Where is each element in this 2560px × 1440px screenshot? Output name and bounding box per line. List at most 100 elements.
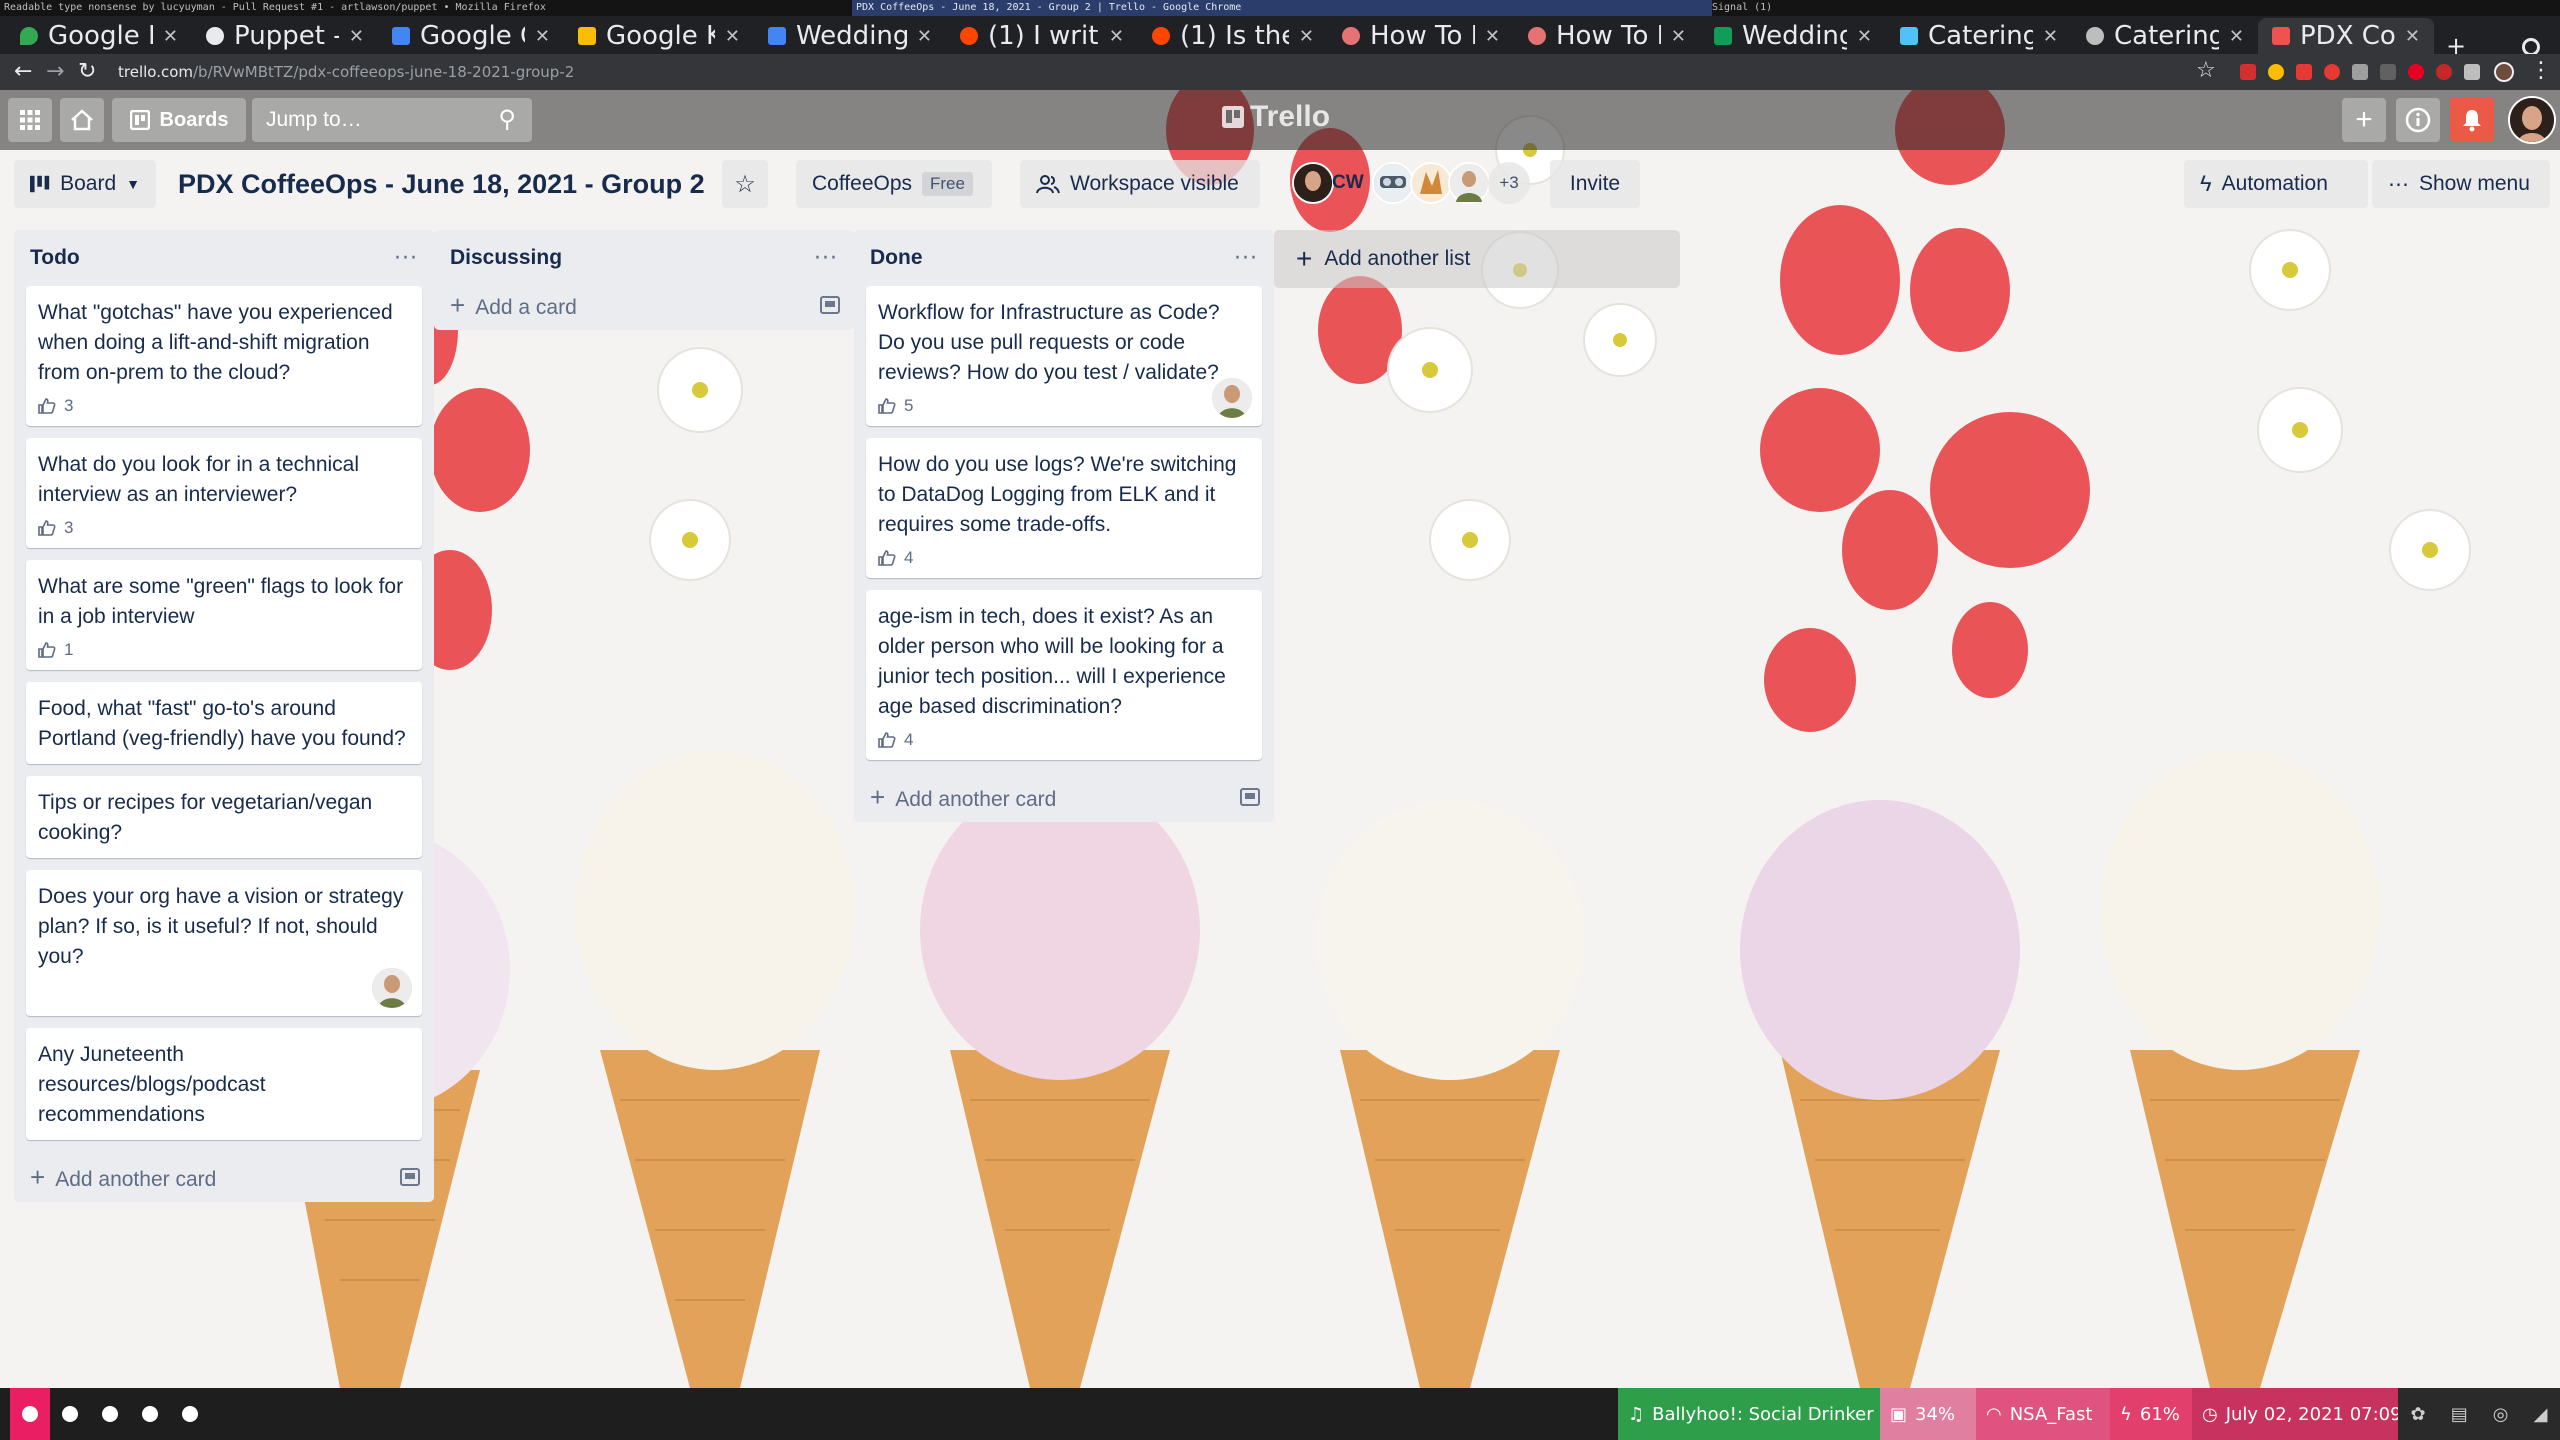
tray-signal-icon[interactable]: ◎ bbox=[2493, 1404, 2509, 1425]
battery-widget[interactable]: ϟ 61% bbox=[2110, 1388, 2192, 1440]
close-tab-icon[interactable]: ✕ bbox=[2043, 26, 2058, 47]
home-button[interactable] bbox=[60, 98, 104, 142]
extensions-puzzle-icon[interactable] bbox=[2464, 64, 2480, 80]
member-avatar[interactable] bbox=[1372, 162, 1414, 204]
member-avatar[interactable] bbox=[1448, 162, 1490, 204]
close-tab-icon[interactable]: ✕ bbox=[725, 26, 740, 47]
board-view-switcher[interactable]: Board ▼ bbox=[14, 160, 156, 208]
signal-window-title[interactable]: Signal (1) bbox=[1712, 0, 1912, 16]
boards-button[interactable]: Boards bbox=[112, 98, 246, 142]
close-tab-icon[interactable]: ✕ bbox=[1857, 26, 1872, 47]
browser-tab[interactable]: Google M✕ bbox=[6, 18, 192, 54]
show-menu-button[interactable]: ⋯ Show menu bbox=[2372, 160, 2550, 208]
adblock-extension-icon[interactable] bbox=[2324, 64, 2340, 80]
extension-icon[interactable] bbox=[2268, 64, 2284, 80]
workspace-indicator[interactable] bbox=[90, 1388, 130, 1440]
list-card[interactable]: Does your org have a vision or strategy … bbox=[26, 870, 422, 1016]
close-tab-icon[interactable]: ✕ bbox=[1299, 26, 1314, 47]
browser-tab[interactable]: (1) Is ther✕ bbox=[1138, 18, 1328, 54]
add-card-button[interactable]: + Add another card bbox=[14, 1152, 434, 1202]
firefox-window-title[interactable]: Readable type nonsense by lucyuyman - Pu… bbox=[4, 0, 824, 16]
list-title[interactable]: Done bbox=[870, 246, 923, 270]
browser-tab[interactable]: How To Pl✕ bbox=[1328, 18, 1514, 54]
card-member-avatar[interactable] bbox=[372, 968, 412, 1008]
browser-tab[interactable]: Google Ca✕ bbox=[378, 18, 564, 54]
list-menu-icon[interactable]: ··· bbox=[1234, 246, 1258, 271]
browser-tab[interactable]: Catering ✕ bbox=[2072, 18, 2258, 54]
tray-app-icon[interactable]: ✿ bbox=[2411, 1404, 2426, 1425]
member-avatar[interactable] bbox=[2508, 96, 2556, 144]
list-card[interactable]: How do you use logs? We're switching to … bbox=[866, 438, 1262, 578]
browser-tab[interactable]: How To Pl✕ bbox=[1514, 18, 1700, 54]
list-menu-icon[interactable]: ··· bbox=[394, 246, 418, 271]
list-card[interactable]: Food, what "fast" go-to's around Portlan… bbox=[26, 682, 422, 764]
close-tab-icon[interactable]: ✕ bbox=[1109, 26, 1124, 47]
close-tab-icon[interactable]: ✕ bbox=[1485, 26, 1500, 47]
invite-button[interactable]: Invite bbox=[1550, 160, 1640, 208]
list-menu-icon[interactable]: ··· bbox=[814, 246, 838, 271]
add-card-button[interactable]: + Add a card bbox=[434, 280, 854, 330]
member-avatar[interactable] bbox=[1292, 162, 1334, 204]
list-card[interactable]: Workflow for Infrastructure as Code? Do … bbox=[866, 286, 1262, 426]
close-tab-icon[interactable]: ✕ bbox=[1671, 26, 1686, 47]
extension-icon[interactable] bbox=[2380, 64, 2396, 80]
notifications-button[interactable] bbox=[2450, 98, 2494, 142]
board-title[interactable]: PDX CoffeeOps - June 18, 2021 - Group 2 bbox=[178, 160, 705, 208]
list-card[interactable]: age-ism in tech, does it exist? As an ol… bbox=[866, 590, 1262, 760]
star-board-button[interactable]: ☆ bbox=[722, 160, 768, 208]
workspace-indicator[interactable] bbox=[130, 1388, 170, 1440]
more-members-badge[interactable]: +3 bbox=[1488, 162, 1530, 204]
close-tab-icon[interactable]: ✕ bbox=[163, 26, 178, 47]
close-tab-icon[interactable]: ✕ bbox=[2229, 26, 2244, 47]
browser-tab[interactable]: Google Ke✕ bbox=[564, 18, 754, 54]
extension-icon[interactable] bbox=[2352, 64, 2368, 80]
extension-icon[interactable] bbox=[2240, 64, 2256, 80]
info-button[interactable] bbox=[2396, 98, 2440, 142]
back-icon[interactable]: ← bbox=[14, 58, 32, 86]
list-card[interactable]: What "gotchas" have you experienced when… bbox=[26, 286, 422, 426]
member-avatar[interactable] bbox=[1410, 162, 1452, 204]
close-tab-icon[interactable]: ✕ bbox=[349, 26, 364, 47]
apps-grid-icon[interactable] bbox=[8, 98, 52, 142]
card-template-icon[interactable] bbox=[1240, 788, 1260, 806]
trello-logo[interactable]: Trello bbox=[1222, 100, 1330, 134]
workspace-indicator[interactable] bbox=[50, 1388, 90, 1440]
close-tab-icon[interactable]: ✕ bbox=[2405, 26, 2420, 47]
add-list-button[interactable]: + Add another list bbox=[1274, 230, 1680, 288]
disk-usage-widget[interactable]: ▣ 34% bbox=[1880, 1388, 1976, 1440]
member-initials-badge[interactable]: CW bbox=[1332, 162, 1364, 204]
card-template-icon[interactable] bbox=[400, 1168, 420, 1186]
browser-tab[interactable]: Catering ✕ bbox=[1886, 18, 2072, 54]
extension-icon[interactable] bbox=[2436, 64, 2452, 80]
address-bar[interactable]: trello.com/b/RVwMBtTZ/pdx-coffeeops-june… bbox=[118, 58, 574, 86]
browser-tab[interactable]: (1) I write✕ bbox=[946, 18, 1138, 54]
add-card-button[interactable]: + Add another card bbox=[854, 772, 1274, 822]
reload-icon[interactable]: ↻ bbox=[78, 58, 96, 86]
clock-widget[interactable]: ◷ July 02, 2021 07:09 bbox=[2192, 1388, 2402, 1440]
chrome-profile-avatar[interactable] bbox=[2494, 62, 2514, 82]
search-icon[interactable]: ⚲ bbox=[498, 98, 516, 142]
workspace-button[interactable]: CoffeeOps Free bbox=[796, 160, 992, 208]
workspace-indicator[interactable] bbox=[10, 1388, 50, 1440]
card-template-icon[interactable] bbox=[820, 296, 840, 314]
tray-chat-icon[interactable]: ▤ bbox=[2451, 1404, 2468, 1425]
visibility-button[interactable]: Workspace visible bbox=[1020, 160, 1260, 208]
jump-to-search-input[interactable]: Jump to… ⚲ bbox=[252, 98, 532, 142]
close-tab-icon[interactable]: ✕ bbox=[917, 26, 932, 47]
list-title[interactable]: Discussing bbox=[450, 246, 562, 270]
browser-tab[interactable]: Wedding ✕ bbox=[754, 18, 946, 54]
list-card[interactable]: Tips or recipes for vegetarian/vegan coo… bbox=[26, 776, 422, 858]
card-member-avatar[interactable] bbox=[1212, 378, 1252, 418]
bookmark-star-icon[interactable]: ☆ bbox=[2196, 58, 2216, 83]
chrome-menu-icon[interactable]: ⋮ bbox=[2530, 58, 2552, 83]
close-tab-icon[interactable]: ✕ bbox=[535, 26, 550, 47]
list-card[interactable]: What are some "green" flags to look for … bbox=[26, 560, 422, 670]
chrome-window-title[interactable]: PDX CoffeeOps - June 18, 2021 - Group 2 … bbox=[852, 0, 1712, 16]
tray-volume-icon[interactable]: ◢ bbox=[2534, 1404, 2548, 1425]
youtube-extension-icon[interactable] bbox=[2296, 64, 2312, 80]
forward-icon[interactable]: → bbox=[46, 58, 64, 86]
now-playing-widget[interactable]: ♫ Ballyhoo!: Social Drinker bbox=[1618, 1388, 1880, 1440]
list-title[interactable]: Todo bbox=[30, 246, 80, 270]
list-card[interactable]: What do you look for in a technical inte… bbox=[26, 438, 422, 548]
automation-button[interactable]: ϟ Automation bbox=[2184, 160, 2368, 208]
